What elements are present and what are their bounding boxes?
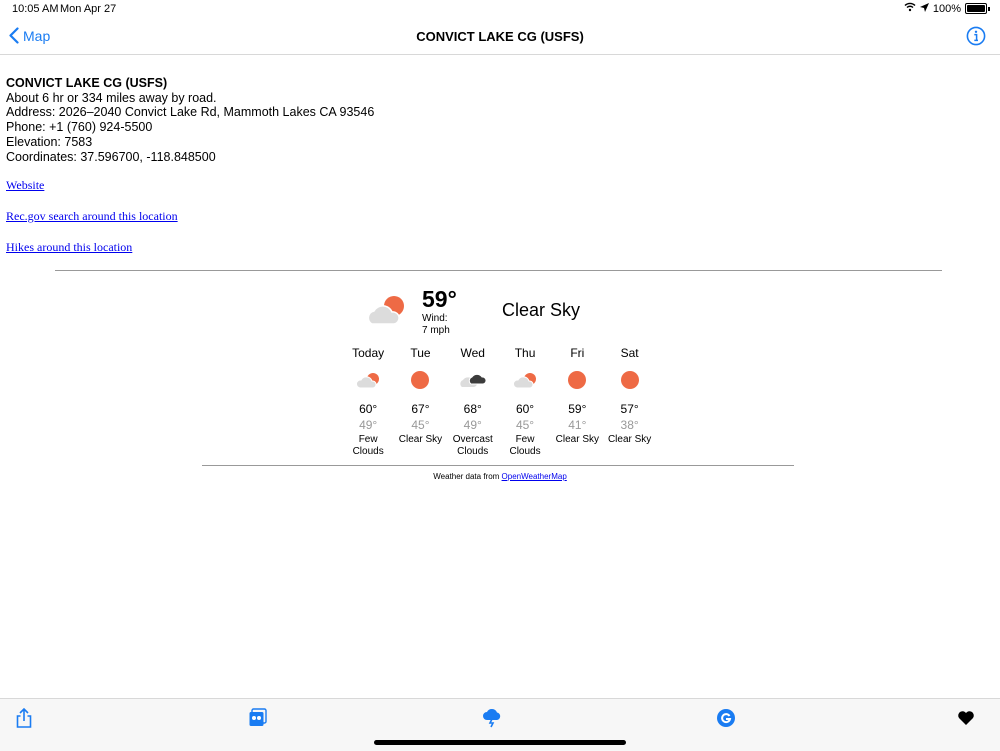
openweathermap-link[interactable]: OpenWeatherMap: [502, 472, 567, 481]
forecast-condition: Few Clouds: [352, 434, 384, 457]
forecast-day-name: Wed: [460, 346, 485, 360]
clear-sky-icon: [620, 371, 639, 389]
coordinates-text: Coordinates: 37.596700, -118.848500: [6, 149, 216, 164]
current-weather-icon: [364, 292, 408, 331]
phone-text: Phone: +1 (760) 924-5500: [6, 120, 153, 135]
battery-icon: [965, 3, 987, 14]
campground-details: CONVICT LAKE CG (USFS) About 6 hr or 334…: [6, 76, 374, 164]
forecast-day: Fri 59° 41° Clear Sky: [551, 346, 603, 458]
location-arrow-icon: [919, 2, 929, 15]
clear-sky-icon: [568, 371, 587, 389]
home-indicator: [374, 740, 626, 745]
recgov-search-link[interactable]: Rec.gov search around this location: [6, 209, 178, 224]
credit-text: Weather data from: [433, 472, 502, 481]
forecast-high: 60°: [515, 402, 535, 416]
status-indicators: 100%: [904, 2, 990, 15]
google-icon: [717, 709, 735, 727]
forecast-low: 45°: [411, 418, 430, 432]
wifi-icon: [904, 2, 916, 15]
google-button[interactable]: [716, 707, 736, 734]
current-temperature: 59°: [422, 286, 457, 312]
wind-info: Wind: 7 mph: [422, 313, 450, 337]
forecast-low: 49°: [359, 418, 378, 432]
forecast-day: Wed 68° 49° Overcast Clouds: [447, 346, 499, 458]
forecast-day-name: Thu: [514, 346, 536, 360]
info-button[interactable]: [966, 26, 986, 51]
hikes-link[interactable]: Hikes around this location: [6, 240, 178, 255]
elevation-text: Elevation: 7583: [6, 134, 93, 149]
forecast-condition: Clear Sky: [607, 434, 652, 445]
forecast-high: 67°: [411, 402, 430, 416]
forecast-day-name: Tue: [410, 346, 431, 360]
forecast-high: 68°: [463, 402, 482, 416]
weather-button[interactable]: [482, 707, 502, 734]
photos-button[interactable]: [248, 707, 268, 734]
weather-icon: [483, 709, 501, 728]
forecast-low: 49°: [463, 418, 482, 432]
forecast-day-name: Today: [352, 346, 385, 360]
campground-name: CONVICT LAKE CG (USFS): [6, 76, 168, 90]
forecast-day-name: Fri: [570, 346, 585, 360]
forecast-condition: Clear Sky: [398, 434, 443, 445]
wind-value: 7 mph: [422, 325, 450, 336]
info-icon: [966, 26, 986, 46]
few-clouds-icon: [513, 373, 537, 389]
forecast-low: 45°: [515, 418, 535, 432]
status-time: 10:05 AM: [12, 3, 59, 15]
distance-text: About 6 hr or 334 miles away by road.: [6, 90, 217, 105]
forecast-day: Sat 57° 38° Clear Sky: [603, 346, 655, 458]
status-date: Mon Apr 27: [60, 3, 117, 15]
favorite-button[interactable]: [956, 707, 976, 734]
forecast-day: Thu 60° 45° Few Clouds: [499, 346, 551, 458]
forecast-low: 41°: [568, 418, 587, 432]
wind-label: Wind:: [422, 313, 448, 324]
battery-percent: 100%: [932, 2, 961, 15]
forecast-day: Today 60° 49° Few Clouds: [342, 346, 394, 458]
forecast-day: Tue 67° 45° Clear Sky: [394, 346, 446, 458]
divider: [55, 270, 942, 271]
forecast-high: 57°: [620, 402, 639, 416]
website-link[interactable]: Website: [6, 178, 178, 193]
navigation-bar: Map CONVICT LAKE CG (USFS): [0, 20, 1000, 55]
forecast-condition: Overcast Clouds: [452, 434, 493, 457]
heart-icon: [958, 711, 974, 725]
forecast-low: 38°: [620, 418, 639, 432]
share-button[interactable]: [14, 707, 34, 734]
address-text: Address: 2026–2040 Convict Lake Rd, Mamm…: [6, 105, 375, 120]
forecast-condition: Few Clouds: [509, 434, 541, 457]
forecast: Today 60° 49° Few Clouds Tue 67° 45° Cle…: [342, 346, 656, 458]
overcast-clouds-icon: [460, 373, 487, 387]
few-clouds-icon: [356, 373, 380, 389]
forecast-high: 60°: [359, 402, 378, 416]
photos-icon: [249, 708, 267, 726]
share-icon: [16, 707, 32, 728]
current-condition: Clear Sky: [502, 300, 581, 320]
links-section: Website Rec.gov search around this locat…: [6, 178, 178, 271]
weather-credit: Weather data from OpenWeatherMap: [0, 472, 1000, 481]
status-bar: 10:05 AM Mon Apr 27 100%: [0, 0, 1000, 20]
forecast-day-name: Sat: [620, 346, 639, 360]
forecast-condition: Clear Sky: [555, 434, 600, 445]
clear-sky-icon: [411, 371, 430, 389]
divider: [202, 465, 794, 466]
few-clouds-icon: [367, 296, 404, 325]
forecast-high: 59°: [568, 402, 587, 416]
page-title: CONVICT LAKE CG (USFS): [416, 29, 584, 44]
